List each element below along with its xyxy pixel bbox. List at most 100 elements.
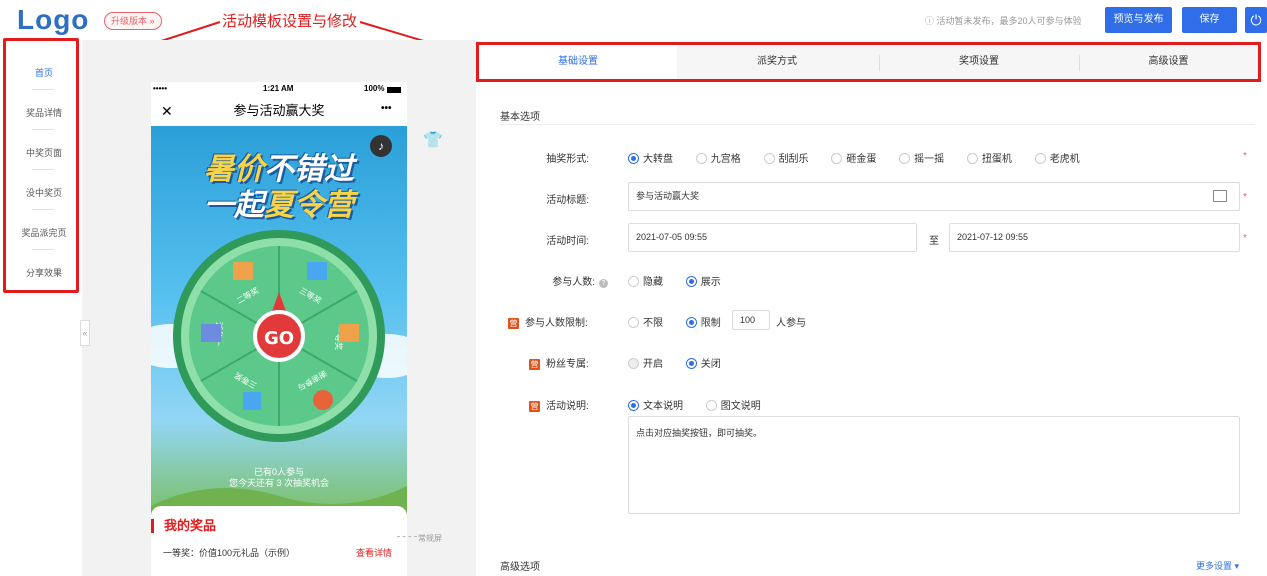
more-icon[interactable]: ••• — [381, 94, 392, 124]
fans-only-label-text: 粉丝专属: — [546, 359, 589, 370]
limit-number-input[interactable]: 100 — [732, 310, 770, 330]
lottery-mode-options: 大转盘 九宫格 刮刮乐 砸金蛋 摇一摇 扭蛋机 老虎机 — [628, 150, 1100, 165]
prize-item: 一等奖：价值100元礼品（示例） — [163, 548, 296, 558]
page-nav: 首页 奖品详情 中奖页面 没中奖页 奖品派完页 分享效果 — [3, 38, 79, 293]
desc-option-label: 文本说明 — [643, 401, 683, 412]
collapse-icon[interactable]: « — [80, 320, 90, 346]
count-option-show[interactable]: 展示 — [685, 273, 721, 288]
tab-award-method[interactable]: 派奖方式 — [677, 45, 877, 79]
headline-2a: 一起 — [204, 189, 264, 222]
status-time: 1:21 AM — [263, 84, 294, 93]
participant-limit-label: 营参与人数限制: — [508, 314, 589, 329]
theme-shirt-icon[interactable]: 👕 — [423, 130, 443, 150]
my-prizes-title: 我的奖品 — [151, 519, 216, 533]
participant-count: 已有0人参与 — [253, 467, 304, 477]
radio-icon — [685, 317, 697, 328]
fans-option-label: 开启 — [643, 359, 663, 370]
description-textarea[interactable]: 点击对应抽奖按钮，即可抽奖。 — [628, 416, 1240, 514]
phone-title: ✕ 参与活动赢大奖 ••• — [151, 96, 407, 126]
title-input[interactable]: 参与活动赢大奖 — [628, 182, 1240, 211]
participant-count-label: 参与人数:? — [500, 273, 608, 288]
premium-badge: 营 — [529, 401, 540, 412]
nav-item-prize-detail[interactable]: 奖品详情 — [6, 106, 82, 119]
fold-line — [397, 536, 417, 537]
mode-option-scratch[interactable]: 刮刮乐 — [763, 150, 809, 165]
mode-option-egg[interactable]: 砸金蛋 — [831, 150, 876, 165]
nav-item-win-page[interactable]: 中奖页面 — [6, 146, 82, 159]
advanced-options-title: 高级选项 — [500, 562, 540, 573]
headline-2b: 夏令营 — [264, 189, 354, 222]
close-icon[interactable]: ✕ — [161, 96, 173, 126]
radio-icon — [628, 317, 639, 328]
desc-option-image-text[interactable]: 图文说明 — [705, 397, 761, 412]
mode-option-slot[interactable]: 老虎机 — [1034, 150, 1080, 165]
normal-screen-label: 常规屏 — [418, 534, 442, 543]
tab-basic[interactable]: 基础设置 — [479, 45, 677, 79]
chances-left: 您今天还有 3 次抽奖机会 — [228, 478, 329, 488]
mode-option-grid[interactable]: 九宫格 — [695, 150, 741, 165]
required-mark: * — [1243, 192, 1247, 203]
radio-icon — [705, 400, 717, 411]
desc-option-text[interactable]: 文本说明 — [628, 397, 683, 412]
fans-option-on[interactable]: 开启 — [628, 355, 663, 370]
fans-option-off[interactable]: 关闭 — [685, 355, 721, 370]
more-settings-link[interactable]: 更多设置 ▾ — [1196, 559, 1239, 572]
end-time-input[interactable]: 2021-07-12 09:55 — [949, 223, 1240, 252]
description-type-options: 文本说明 图文说明 — [628, 397, 781, 412]
mode-option-shake[interactable]: 摇一摇 — [899, 150, 944, 165]
count-option-label: 隐藏 — [643, 277, 663, 288]
desc-option-label: 图文说明 — [720, 401, 761, 412]
mode-option-label: 九宫格 — [710, 154, 741, 165]
prize-wheel[interactable]: 二等奖 三等奖 一等奖 谢谢参与 三等奖 一等奖 GO — [171, 228, 387, 444]
radio-icon — [685, 358, 697, 369]
tab-advanced[interactable]: 高级设置 — [1079, 45, 1258, 79]
nav-divider — [32, 249, 54, 250]
radio-icon — [685, 276, 697, 287]
radio-icon — [695, 153, 707, 164]
headline-1b: 不错过 — [264, 153, 354, 186]
limit-option-limited[interactable]: 限制 — [685, 314, 721, 329]
section-divider — [500, 124, 1255, 125]
radio-icon — [966, 153, 978, 164]
mode-option-label: 摇一摇 — [914, 154, 945, 165]
headline: 暑价不错过 一起夏令营 — [151, 152, 407, 224]
title-label: 活动标题: — [546, 195, 589, 206]
fans-only-label: 营粉丝专属: — [529, 355, 589, 370]
mode-option-label: 老虎机 — [1049, 154, 1080, 165]
nav-item-lose-page[interactable]: 没中奖页 — [6, 186, 82, 199]
view-details-link[interactable]: 查看详情 — [356, 546, 392, 559]
mode-option-gacha[interactable]: 扭蛋机 — [966, 150, 1012, 165]
limit-suffix: 人参与 — [776, 318, 806, 329]
radio-icon — [899, 153, 911, 164]
radio-icon — [628, 276, 639, 287]
basic-options-title: 基本选项 — [500, 112, 540, 123]
nav-item-prize-out-page[interactable]: 奖品派完页 — [6, 226, 82, 239]
my-prizes-panel: 我的奖品 一等奖：价值100元礼品（示例） 查看详情 — [151, 506, 407, 576]
mode-option-label: 刮刮乐 — [778, 154, 809, 165]
lottery-mode-label: 抽奖形式: — [546, 154, 589, 165]
nav-divider — [32, 89, 54, 90]
mode-option-wheel[interactable]: 大转盘 — [628, 150, 673, 165]
radio-icon — [628, 153, 639, 164]
count-option-hide[interactable]: 隐藏 — [628, 273, 663, 288]
limit-option-none[interactable]: 不限 — [628, 314, 663, 329]
help-icon[interactable]: ? — [599, 279, 608, 288]
count-option-label: 展示 — [700, 277, 721, 288]
participant-count-options: 隐藏 展示 — [628, 273, 741, 288]
phone-preview: ••••• 1:21 AM 100% ✕ 参与活动赢大奖 ••• ♪ 暑价不错过… — [151, 82, 407, 576]
required-mark: * — [1243, 233, 1247, 244]
text-template-icon[interactable] — [1213, 190, 1227, 202]
start-time-input[interactable]: 2021-07-05 09:55 — [628, 223, 917, 252]
tab-prize-settings[interactable]: 奖项设置 — [879, 45, 1079, 79]
time-separator: 至 — [929, 236, 939, 247]
fans-only-options: 开启 关闭 — [628, 355, 741, 370]
phone-title-text: 参与活动赢大奖 — [233, 103, 325, 118]
nav-item-home[interactable]: 首页 — [6, 66, 82, 79]
participant-count-label-text: 参与人数: — [552, 277, 595, 288]
radio-icon — [628, 400, 639, 411]
radio-icon — [831, 153, 843, 164]
nav-item-share[interactable]: 分享效果 — [6, 266, 82, 279]
battery-text: 100% — [364, 84, 385, 93]
description-label-text: 活动说明: — [546, 401, 589, 412]
participation-info: 已有0人参与 您今天还有 3 次抽奖机会 — [151, 467, 407, 489]
